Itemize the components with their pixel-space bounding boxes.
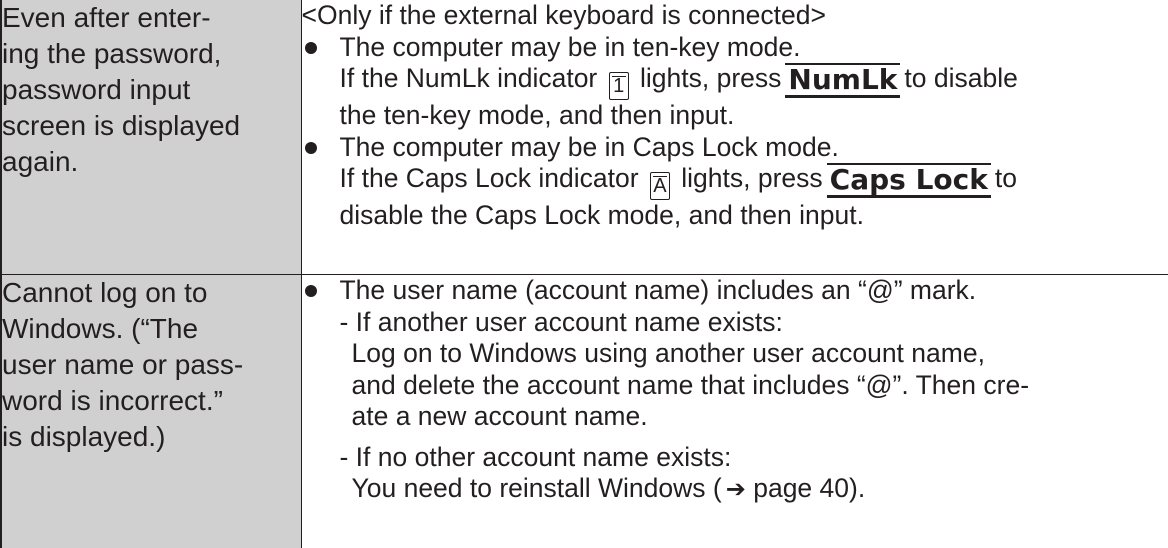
problem-line: user name or pass- — [2, 349, 244, 381]
problem-line: word is incorrect.” — [2, 385, 223, 417]
capslock-indicator-icon: A — [649, 172, 670, 200]
page-reference[interactable]: page 40 — [753, 473, 849, 503]
problem-line: again. — [2, 146, 79, 177]
numlk-key: NumLk — [785, 63, 901, 98]
bullet-item: The user name (account name) includes an… — [302, 275, 1168, 307]
table-row: Even after enter- ing the password, pass… — [0, 0, 1168, 276]
instruction-line: the ten-key mode, and then input. — [339, 100, 735, 130]
case-line: ate a new account name. — [351, 401, 648, 432]
instruction-text: If the Caps Lock indicator — [339, 163, 639, 193]
problem-line: screen is displayed — [2, 110, 241, 141]
case-line: Log on to Windows using another user acc… — [351, 338, 985, 369]
bullet-text: The computer may be in ten-key mode. — [339, 31, 801, 62]
case-title: - If no other account name exists: — [339, 441, 732, 472]
solution-cell: The user name (account name) includes an… — [300, 274, 1168, 548]
bullet-item: The computer may be in ten-key mode. — [302, 32, 1168, 64]
instruction-line: If the NumLk indicator 1 lights, press Nu… — [302, 63, 1168, 100]
bullet-text: The computer may be in Caps Lock mode. — [339, 131, 839, 162]
case-line: You need to reinstall Windows (➔ page 40… — [302, 473, 1168, 506]
condition-note: <Only if the external keyboard is connec… — [301, 0, 826, 30]
case-text: You need to reinstall Windows ( — [351, 473, 722, 504]
problem-line: is displayed.) — [2, 421, 166, 453]
capslock-key: Caps Lock — [826, 163, 991, 198]
instruction-text: If the NumLk indicator — [339, 63, 598, 93]
instruction-text: to disable — [904, 63, 1018, 93]
case-title: - If another user account name exists: — [339, 306, 783, 337]
case-line: and delete the account name that include… — [351, 369, 1030, 400]
problem-cell: Cannot log on to Windows. (“The user nam… — [0, 274, 302, 548]
solution-cell: <Only if the external keyboard is connec… — [300, 0, 1168, 276]
problem-line: Windows. (“The — [2, 313, 199, 345]
instruction-line: disable the Caps Lock mode, and then inp… — [339, 200, 864, 230]
problem-line: ing the password, — [2, 38, 222, 69]
instruction-line: If the Caps Lock indicator A lights, pre… — [302, 163, 1168, 200]
arrow-right-icon: ➔ — [725, 475, 746, 504]
problem-line: Cannot log on to — [2, 277, 208, 309]
problem-line: password input — [2, 74, 191, 105]
troubleshooting-table: Even after enter- ing the password, pass… — [0, 0, 1168, 548]
problem-cell: Even after enter- ing the password, pass… — [0, 0, 302, 276]
instruction-text: to — [994, 163, 1017, 193]
problem-line: Even after enter- — [2, 2, 211, 33]
instruction-text: lights, press — [640, 63, 782, 93]
bullet-item: The computer may be in Caps Lock mode. — [302, 132, 1168, 164]
numlock-indicator-icon: 1 — [608, 72, 629, 100]
table-row: Cannot log on to Windows. (“The user nam… — [0, 274, 1168, 548]
case-text: ). — [849, 473, 866, 504]
instruction-text: lights, press — [681, 163, 823, 193]
bullet-text: The user name (account name) includes an… — [339, 275, 977, 306]
